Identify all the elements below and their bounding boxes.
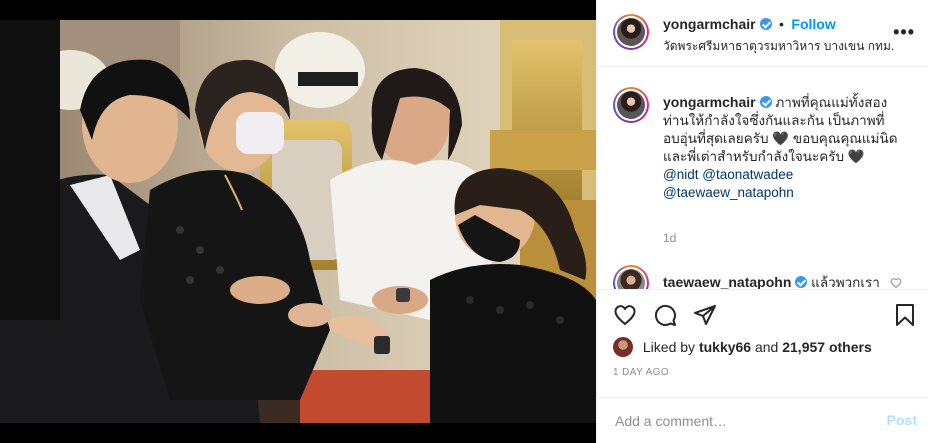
comment-avatar[interactable] <box>613 265 649 289</box>
liker-avatar[interactable] <box>613 337 633 357</box>
comment-username[interactable]: taewaew_natapohn <box>663 274 791 289</box>
likes-summary: Liked by tukky66 and 21,957 others <box>613 337 872 359</box>
follow-button[interactable]: Follow <box>791 16 835 32</box>
liker-username[interactable]: tukky66 <box>699 339 751 355</box>
heart-icon[interactable] <box>613 303 637 327</box>
caption-avatar[interactable] <box>613 87 649 123</box>
comment-text: แล้วพวกเรา <box>811 275 880 289</box>
verified-badge-icon <box>759 18 772 30</box>
comment-icon[interactable] <box>653 303 677 327</box>
mention-link[interactable]: @nidt <box>663 166 698 184</box>
likes-prefix: Liked by <box>642 339 696 355</box>
add-comment-bar: Post <box>597 397 928 443</box>
post-comment-button[interactable]: Post <box>887 412 917 428</box>
comment-input[interactable] <box>613 410 867 432</box>
caption-time[interactable]: 1d <box>663 231 676 245</box>
photo-scene <box>0 0 596 443</box>
caption: yongarmchair ภาพที่คุณแม่ทั้งสองท่านให้ก… <box>663 93 903 202</box>
author-username[interactable]: yongarmchair <box>663 16 756 32</box>
comment-item: taewaew_natapohn แล้วพวกเรา <box>663 271 880 289</box>
separator-dot: • <box>779 16 784 32</box>
likes-and: and <box>754 339 779 355</box>
verified-badge-icon <box>795 276 808 288</box>
mention-link[interactable]: @taonatwadee <box>702 166 793 184</box>
post-photo[interactable] <box>0 0 596 443</box>
author-avatar[interactable] <box>613 14 649 50</box>
post-header: yongarmchair • Follow วัดพระศรีมหาธาตุวร… <box>597 0 928 67</box>
post-date[interactable]: 1 DAY AGO <box>613 367 669 378</box>
likes-count[interactable]: 21,957 others <box>782 339 872 355</box>
comment-like-icon[interactable] <box>890 277 902 289</box>
caption-username[interactable]: yongarmchair <box>663 94 756 110</box>
share-icon[interactable] <box>693 303 717 327</box>
post-sidebar: yongarmchair • Follow วัดพระศรีมหาธาตุวร… <box>596 0 928 443</box>
comments-section: yongarmchair ภาพที่คุณแม่ทั้งสองท่านให้ก… <box>597 67 928 289</box>
verified-badge-icon <box>759 96 772 108</box>
mention-link[interactable]: @taewaew_natapohn <box>663 184 794 202</box>
save-icon[interactable] <box>893 303 917 327</box>
action-bar <box>597 289 928 339</box>
post-location[interactable]: วัดพระศรีมหาธาตุวรมหาวิหาร บางเขน กทม. <box>663 37 894 56</box>
more-options-icon[interactable]: ••• <box>893 22 915 43</box>
